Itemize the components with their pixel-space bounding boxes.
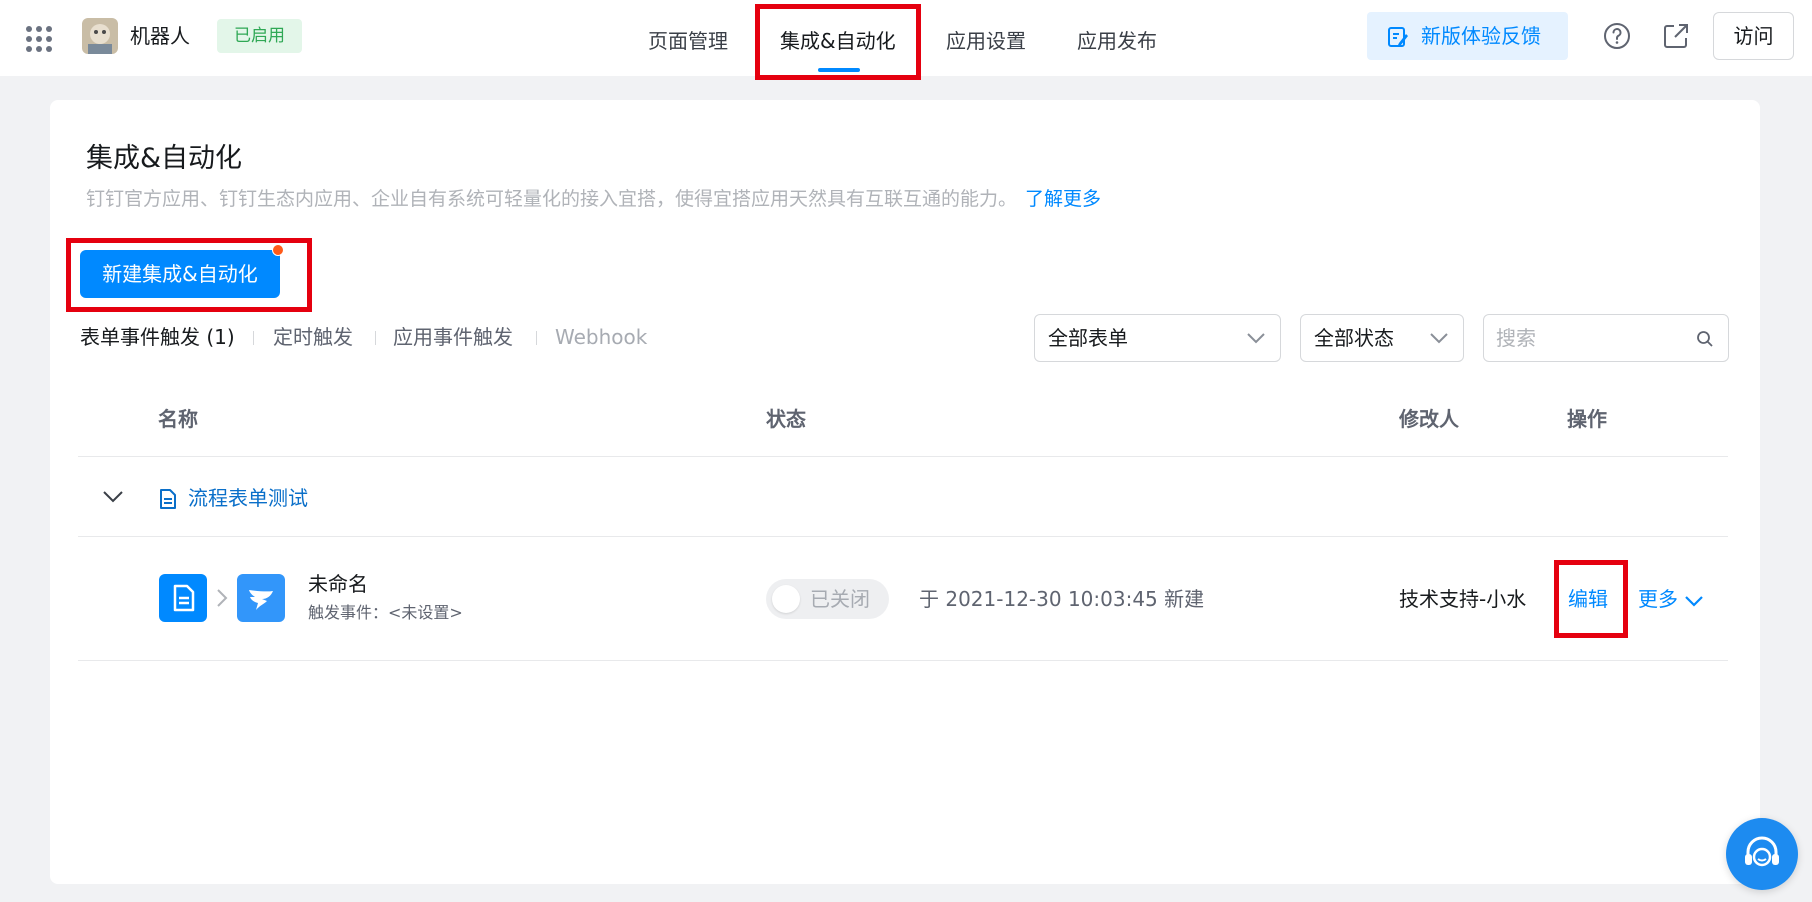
app-name: 机器人 <box>130 24 190 48</box>
edit-note-icon <box>1388 27 1408 47</box>
subtab-webhook[interactable]: Webhook <box>555 322 647 352</box>
edit-link[interactable]: 编辑 <box>1568 584 1608 614</box>
search-icon[interactable] <box>1696 330 1714 348</box>
created-time: 于 2021-12-30 10:03:45 新建 <box>919 587 1205 611</box>
tab-integration-automation[interactable]: 集成&自动化 <box>780 26 896 56</box>
subtab-divider <box>536 331 537 345</box>
feedback-button[interactable]: 新版体验反馈 <box>1367 12 1568 60</box>
column-header-name: 名称 <box>158 407 198 431</box>
column-header-status: 状态 <box>766 407 806 431</box>
modifier-name: 技术支持-小水 <box>1399 587 1527 611</box>
form-filter-select[interactable]: 全部表单 <box>1034 314 1281 362</box>
tab-page-management[interactable]: 页面管理 <box>648 26 728 56</box>
form-group-name[interactable]: 流程表单测试 <box>188 483 308 513</box>
row-divider <box>78 456 1728 457</box>
tab-app-publish[interactable]: 应用发布 <box>1077 26 1157 56</box>
external-link-icon[interactable] <box>1660 20 1692 52</box>
help-icon[interactable] <box>1601 20 1633 52</box>
tab-app-settings[interactable]: 应用设置 <box>946 26 1026 56</box>
form-doc-icon <box>158 488 178 514</box>
support-fab[interactable] <box>1726 818 1798 890</box>
chevron-down-icon <box>1430 333 1448 344</box>
search-input[interactable] <box>1496 315 1686 361</box>
visit-button[interactable]: 访问 <box>1713 12 1794 60</box>
main-card: 集成&自动化 钉钉官方应用、钉钉生态内应用、企业自有系统可轻量化的接入宜搭，使得… <box>50 100 1760 884</box>
chevron-right-icon <box>215 588 229 612</box>
form-trigger-icon <box>159 574 207 622</box>
subtab-scheduled[interactable]: 定时触发 <box>273 322 353 352</box>
chevron-down-icon <box>1247 333 1265 344</box>
status-filter-value: 全部状态 <box>1314 326 1394 350</box>
description-text: 钉钉官方应用、钉钉生态内应用、企业自有系统可轻量化的接入宜搭，使得宜搭应用天然具… <box>86 188 1018 210</box>
subtab-form-event[interactable]: 表单事件触发 (1) <box>80 322 235 352</box>
new-integration-button[interactable]: 新建集成&自动化 <box>80 250 280 298</box>
active-tab-indicator <box>818 68 860 72</box>
row-divider <box>78 660 1728 661</box>
more-dropdown[interactable]: 更多 <box>1638 584 1704 614</box>
dingtalk-action-icon <box>237 574 285 622</box>
feedback-label: 新版体验反馈 <box>1421 24 1541 48</box>
more-label: 更多 <box>1638 587 1678 611</box>
subtab-divider <box>253 331 254 345</box>
toggle-label: 已关闭 <box>810 587 870 611</box>
page-description: 钉钉官方应用、钉钉生态内应用、企业自有系统可轻量化的接入宜搭，使得宜搭应用天然具… <box>86 184 1101 214</box>
subtab-app-event[interactable]: 应用事件触发 <box>393 322 513 352</box>
row-divider <box>78 536 1728 537</box>
page-title: 集成&自动化 <box>86 143 243 174</box>
learn-more-link[interactable]: 了解更多 <box>1025 188 1101 210</box>
expand-chevron-icon[interactable] <box>102 488 124 507</box>
status-filter-select[interactable]: 全部状态 <box>1300 314 1464 362</box>
top-bar: 机器人 已启用 页面管理 集成&自动化 应用设置 应用发布 新版体验反馈 访问 <box>0 0 1812 76</box>
search-box <box>1483 314 1729 362</box>
notification-dot <box>272 244 284 256</box>
app-avatar <box>82 18 118 54</box>
toggle-knob <box>772 585 800 613</box>
enable-toggle[interactable]: 已关闭 <box>766 579 889 619</box>
subtab-divider <box>375 331 376 345</box>
form-filter-value: 全部表单 <box>1048 326 1128 350</box>
automation-name[interactable]: 未命名 <box>308 570 368 598</box>
chevron-down-icon <box>1685 595 1703 607</box>
headset-icon <box>1745 836 1779 867</box>
column-header-actions: 操作 <box>1567 407 1607 431</box>
automation-trigger: 触发事件：<未设置> <box>308 603 463 622</box>
status-badge: 已启用 <box>217 19 302 53</box>
column-header-modifier: 修改人 <box>1399 407 1459 431</box>
apps-grid-icon[interactable] <box>26 26 52 52</box>
